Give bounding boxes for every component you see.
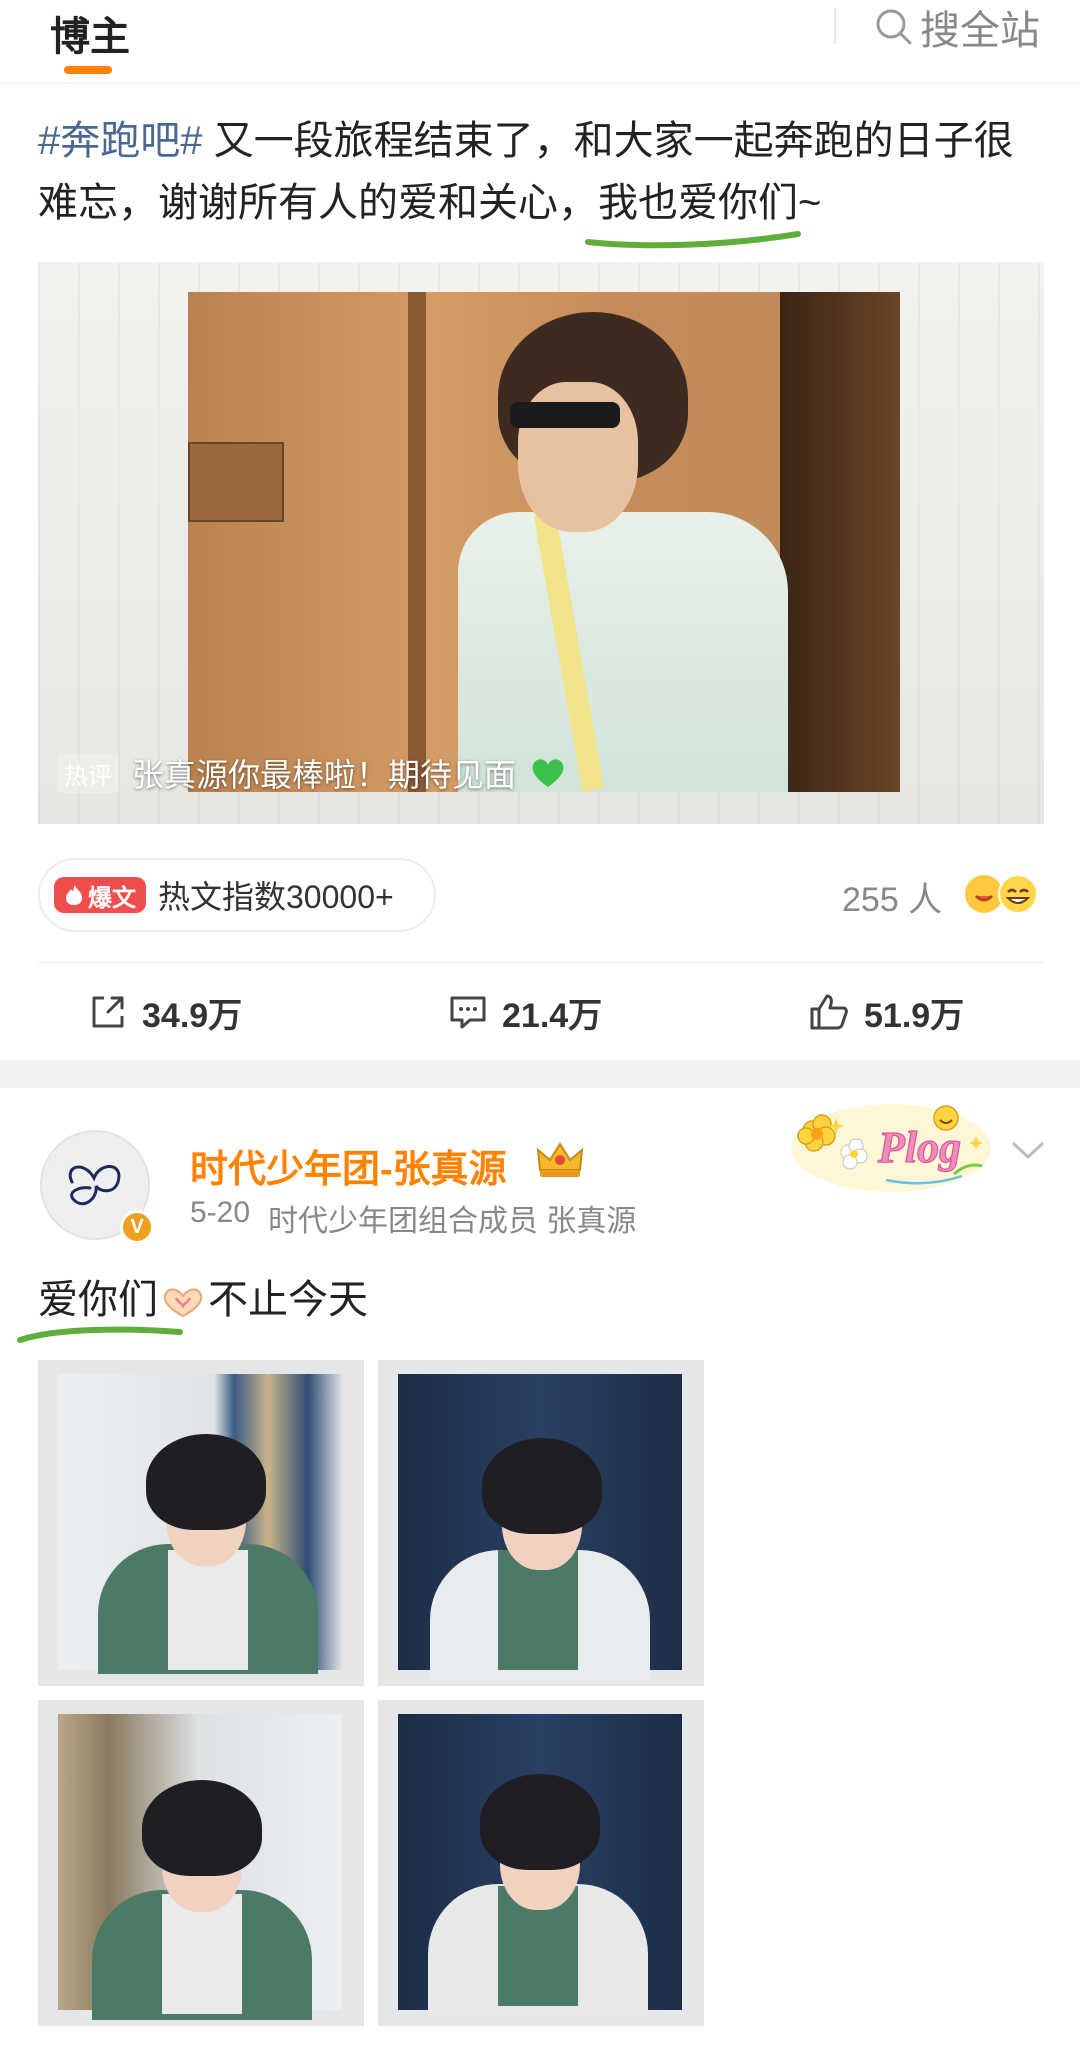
polaroid-photo — [58, 1714, 342, 2020]
underlined-phrase: 我也爱你们~ — [585, 172, 822, 249]
search-label: 搜全站 — [920, 9, 1040, 53]
comment-icon — [450, 996, 486, 1029]
flame-icon — [66, 885, 82, 905]
green-underline-mark — [585, 231, 801, 249]
author-bio: 时代少年团组合成员 张真源 — [268, 1205, 637, 1238]
search-button[interactable]: 搜全站 — [874, 2, 1040, 53]
polaroid-photo — [398, 1374, 682, 1680]
action-bar: 34.9万 21.4万 51.9万 — [0, 980, 1080, 1044]
search-icon — [876, 9, 912, 45]
like-count: 51.9万 — [864, 996, 965, 1035]
wall-sign — [188, 442, 284, 522]
like-button[interactable]: 51.9万 — [808, 980, 964, 1044]
reaction-people-count[interactable]: 255 人 — [842, 872, 942, 921]
top-bar: 博主 搜全站 — [0, 0, 1080, 84]
post-meta: 5-20 时代少年团组合成员 张真源 — [190, 1196, 636, 1240]
author-name[interactable]: 时代少年团-张真源 — [190, 1138, 507, 1193]
tab-blogger[interactable]: 博主 — [50, 4, 130, 62]
repost-button[interactable]: 34.9万 — [88, 980, 242, 1044]
hot-badge: 爆文 — [54, 877, 146, 913]
feed-separator — [0, 1060, 1080, 1088]
crown-icon — [536, 1142, 584, 1177]
grid-photo-3[interactable] — [38, 1700, 364, 2026]
hot-comment-overlay[interactable]: 热评 张真源你最棒啦！期待见面 — [58, 750, 566, 796]
sunglasses — [510, 402, 620, 428]
hot-comment-text: 张真源你最棒啦！期待见面 — [132, 757, 517, 793]
verified-icon: V — [120, 1210, 154, 1244]
repost-icon — [92, 996, 124, 1028]
dark-doorway — [780, 292, 900, 792]
post-media-video[interactable]: 热评 张真源你最棒啦！期待见面 — [38, 262, 1044, 824]
figure-shirt — [162, 1894, 242, 2014]
polaroid-photo — [398, 1714, 682, 2014]
tab-active-indicator — [64, 66, 112, 74]
like-icon — [810, 994, 848, 1030]
grid-photo-2[interactable] — [378, 1360, 704, 1686]
polaroid-photo — [58, 1374, 342, 1674]
underlined-phrase: 爱你们 — [17, 1272, 183, 1343]
post-text: 爱你们 不止今天 — [17, 1272, 368, 1343]
green-underline-mark — [17, 1326, 183, 1343]
divider — [38, 962, 1044, 963]
post-date: 5-20 — [190, 1196, 251, 1229]
repost-count: 34.9万 — [142, 996, 243, 1035]
comment-count: 21.4万 — [502, 996, 603, 1035]
hot-index-text: 热文指数30000+ — [158, 879, 394, 915]
grid-photo-4[interactable] — [378, 1700, 704, 2026]
figure-shirt — [168, 1550, 248, 1670]
figure-hair — [142, 1780, 262, 1876]
plog-sticker: Plog — [791, 1104, 991, 1192]
hot-badge-label: 爆文 — [88, 884, 136, 912]
post-photo — [188, 292, 900, 792]
door-frame — [408, 292, 426, 792]
underlined-text: 爱你们 — [38, 1278, 158, 1322]
hashtag-link[interactable]: #奔跑吧# — [38, 119, 203, 163]
hot-comment-tag: 热评 — [58, 753, 118, 793]
figure-hair — [480, 1774, 600, 1870]
reaction-emoji-icon[interactable] — [960, 872, 1042, 916]
figure-hair — [482, 1438, 602, 1534]
green-heart-icon — [532, 759, 564, 787]
underlined-text: 我也爱你们~ — [598, 181, 822, 225]
post-body-text: 不止今天 — [208, 1278, 368, 1322]
divider — [834, 8, 836, 44]
chevron-down-icon[interactable] — [1010, 1138, 1046, 1162]
comment-button[interactable]: 21.4万 — [448, 980, 602, 1044]
heart-hands-icon — [163, 1288, 203, 1318]
avatar[interactable]: V — [40, 1130, 154, 1244]
figure-hair — [146, 1434, 266, 1530]
grid-photo-1[interactable] — [38, 1360, 364, 1686]
post-text: #奔跑吧# 又一段旅程结束了，和大家一起奔跑的日子很难忘，谢谢所有人的爱和关心，… — [38, 110, 1048, 249]
hot-index-pill[interactable]: 爆文 热文指数30000+ — [38, 858, 436, 932]
